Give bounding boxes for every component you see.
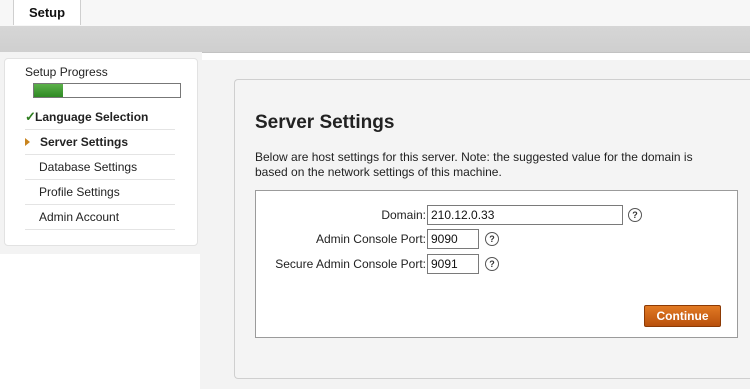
sidebar-item-label: Database Settings: [39, 160, 138, 174]
help-icon[interactable]: ?: [485, 257, 499, 271]
progress-bar: [33, 83, 181, 98]
page-description: Below are host settings for this server.…: [255, 150, 693, 179]
help-icon[interactable]: ?: [628, 208, 642, 222]
sub-header-bar: [0, 26, 750, 53]
top-bar: Setup: [0, 0, 750, 27]
main-panel: Server Settings Below are host settings …: [234, 79, 750, 379]
admin-port-row: Admin Console Port: ?: [256, 229, 737, 249]
sidebar-item-database-settings[interactable]: Database Settings: [25, 155, 175, 180]
secure-port-input[interactable]: [427, 254, 479, 274]
secure-port-row: Secure Admin Console Port: ?: [256, 254, 737, 274]
server-settings-form: Domain: ? Admin Console Port: ? Secure A…: [255, 190, 738, 338]
admin-port-label: Admin Console Port:: [315, 232, 426, 246]
setup-steps-nav: ✓ Language Selection Server Settings Dat…: [25, 105, 175, 230]
page-title: Server Settings: [255, 112, 395, 133]
sidebar-item-language-selection[interactable]: ✓ Language Selection: [25, 105, 175, 130]
checkmark-icon: ✓: [25, 109, 36, 124]
continue-button[interactable]: Continue: [644, 305, 721, 327]
progress-label: Setup Progress: [25, 65, 108, 79]
help-icon[interactable]: ?: [485, 232, 499, 246]
admin-port-input[interactable]: [427, 229, 479, 249]
domain-input[interactable]: [427, 205, 623, 225]
sidebar-item-label: Language Selection: [35, 110, 149, 124]
tab-setup[interactable]: Setup: [13, 0, 81, 25]
setup-sidebar: Setup Progress ✓ Language Selection Serv…: [4, 58, 198, 246]
sidebar-item-label: Profile Settings: [39, 185, 120, 199]
secure-port-label: Secure Admin Console Port:: [275, 257, 426, 271]
sidebar-item-admin-account[interactable]: Admin Account: [25, 205, 175, 230]
sidebar-item-profile-settings[interactable]: Profile Settings: [25, 180, 175, 205]
arrow-right-icon: [25, 138, 30, 146]
domain-label: Domain:: [381, 208, 426, 222]
progress-fill: [34, 84, 64, 97]
sidebar-item-label: Server Settings: [40, 135, 129, 149]
sidebar-item-server-settings[interactable]: Server Settings: [25, 130, 175, 155]
sidebar-item-label: Admin Account: [39, 210, 120, 224]
domain-row: Domain: ?: [256, 205, 737, 225]
